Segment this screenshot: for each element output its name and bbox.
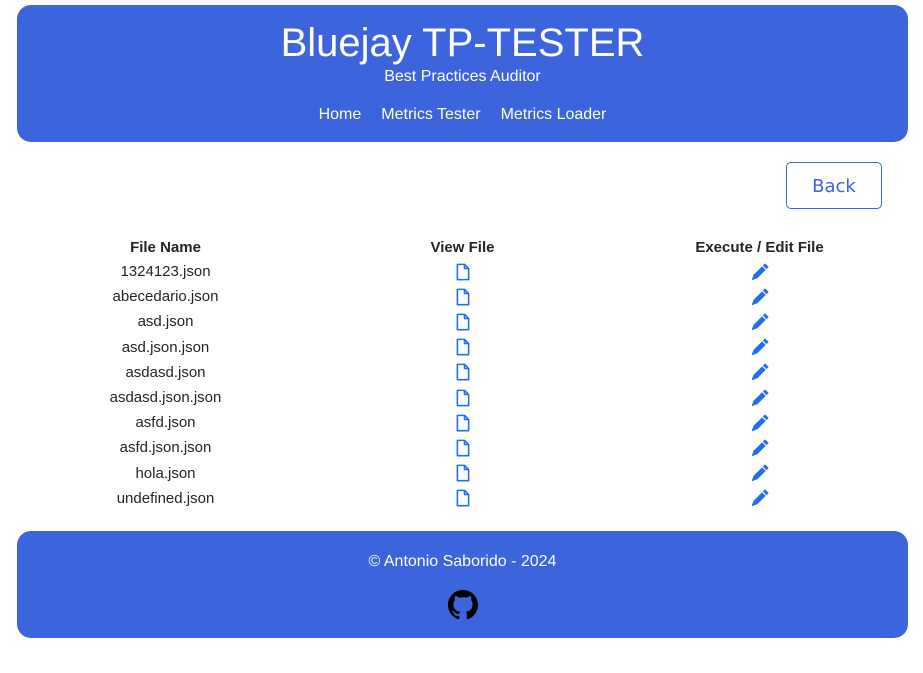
view-file-cell [314, 360, 611, 385]
file-name-cell: asdasd.json.json [109, 389, 222, 407]
file-name-header: File Name [130, 238, 201, 256]
edit-file-cell [611, 259, 908, 284]
view-file-cell [314, 461, 611, 486]
file-name-cell: asd.json [137, 313, 194, 331]
view-file-cell [314, 410, 611, 435]
table-row: 1324123.json [17, 259, 908, 284]
table-header-row: File Name View File Execute / Edit File [17, 235, 908, 259]
file-icon[interactable] [454, 439, 472, 457]
table-row: asdasd.json [17, 360, 908, 385]
files-table-body: 1324123.json abecedario.json asd.json asd.j… [17, 259, 908, 511]
view-file-cell [314, 309, 611, 334]
table-row: asdasd.json.json [17, 385, 908, 410]
view-file-cell [314, 259, 611, 284]
view-file-cell [314, 335, 611, 360]
pencil-icon[interactable] [751, 338, 769, 356]
file-icon[interactable] [454, 263, 472, 281]
pencil-icon[interactable] [751, 489, 769, 507]
execute-edit-header: Execute / Edit File [695, 238, 824, 256]
edit-file-cell [611, 385, 908, 410]
table-row: undefined.json [17, 486, 908, 511]
edit-file-cell [611, 435, 908, 460]
file-name-cell: 1324123.json [120, 263, 211, 281]
table-row: asd.json [17, 309, 908, 334]
view-file-cell [314, 435, 611, 460]
view-file-cell [314, 284, 611, 309]
edit-file-cell [611, 360, 908, 385]
file-name-cell: abecedario.json [112, 288, 219, 306]
edit-file-cell [611, 309, 908, 334]
main-nav: Home Metrics Tester Metrics Loader [17, 105, 908, 125]
edit-file-cell [611, 486, 908, 511]
edit-file-cell [611, 461, 908, 486]
pencil-icon[interactable] [751, 313, 769, 331]
file-icon[interactable] [454, 389, 472, 407]
nav-home-link[interactable]: Home [319, 105, 362, 125]
nav-metrics-tester-link[interactable]: Metrics Tester [381, 105, 480, 125]
table-row: asd.json.json [17, 335, 908, 360]
file-icon[interactable] [454, 489, 472, 507]
view-file-header: View File [430, 238, 495, 256]
file-name-cell: hola.json [135, 464, 196, 482]
pencil-icon[interactable] [751, 464, 769, 482]
site-header: Bluejay TP-TESTER Best Practices Auditor… [17, 5, 908, 142]
table-row: abecedario.json [17, 284, 908, 309]
table-row: asfd.json [17, 410, 908, 435]
github-icon[interactable] [448, 590, 478, 620]
file-name-cell: asfd.json [135, 414, 196, 432]
file-name-cell: asd.json.json [121, 338, 210, 356]
pencil-icon[interactable] [751, 439, 769, 457]
file-icon[interactable] [454, 414, 472, 432]
file-icon[interactable] [454, 464, 472, 482]
file-name-cell: asdasd.json [125, 363, 206, 381]
site-title: Bluejay TP-TESTER [280, 21, 645, 65]
edit-file-cell [611, 284, 908, 309]
table-row: asfd.json.json [17, 435, 908, 460]
pencil-icon[interactable] [751, 363, 769, 381]
file-icon[interactable] [454, 363, 472, 381]
file-name-cell: asfd.json.json [119, 439, 212, 457]
file-icon[interactable] [454, 313, 472, 331]
copyright-text: © Antonio Saborido - 2024 [368, 553, 557, 570]
pencil-icon[interactable] [751, 414, 769, 432]
file-name-cell: undefined.json [116, 489, 215, 507]
back-button[interactable]: Back [786, 162, 882, 209]
view-file-cell [314, 385, 611, 410]
file-icon[interactable] [454, 288, 472, 306]
edit-file-cell [611, 410, 908, 435]
table-row: hola.json [17, 461, 908, 486]
pencil-icon[interactable] [751, 263, 769, 281]
pencil-icon[interactable] [751, 288, 769, 306]
edit-file-cell [611, 335, 908, 360]
view-file-cell [314, 486, 611, 511]
file-icon[interactable] [454, 338, 472, 356]
site-subtitle: Best Practices Auditor [384, 68, 541, 85]
pencil-icon[interactable] [751, 389, 769, 407]
nav-metrics-loader-link[interactable]: Metrics Loader [501, 105, 607, 125]
files-table: File Name View File Execute / Edit File … [17, 235, 908, 511]
site-footer: © Antonio Saborido - 2024 [17, 531, 908, 638]
